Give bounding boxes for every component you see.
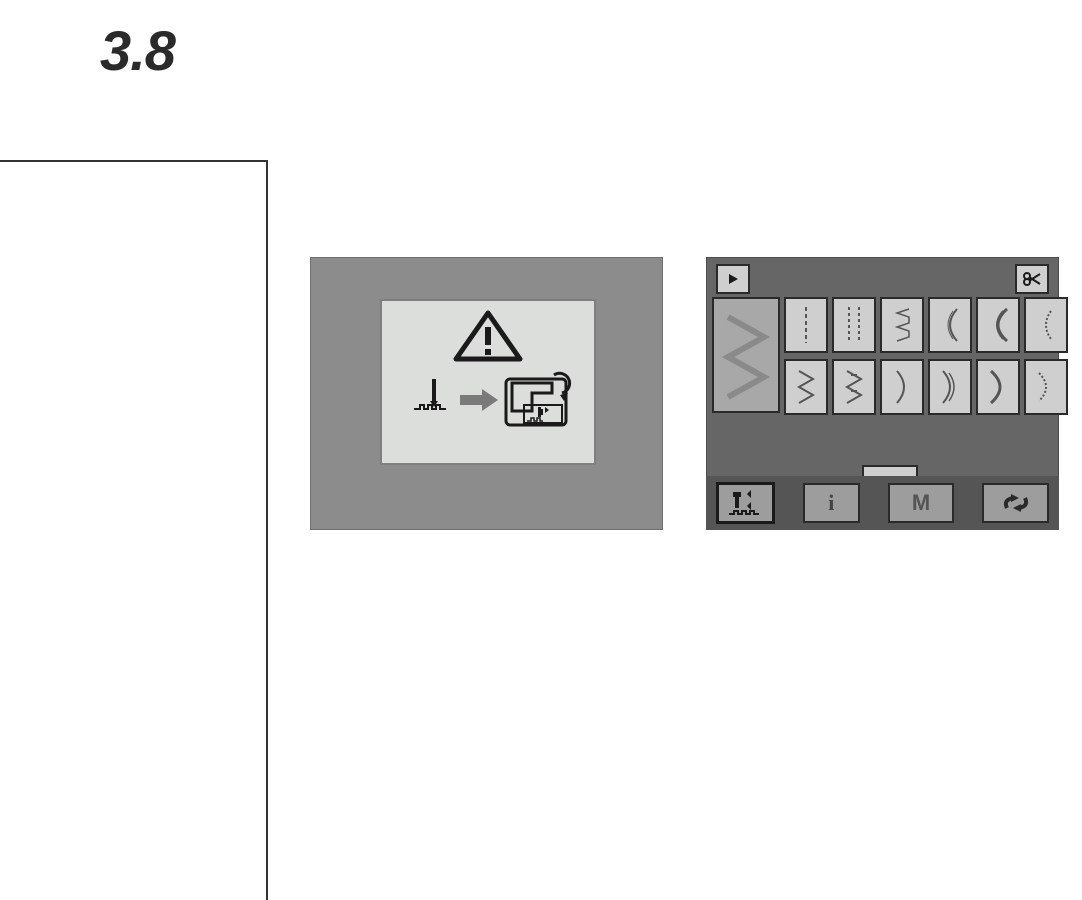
stitch-grid	[712, 297, 1052, 421]
blindstitch-left-icon	[887, 303, 917, 347]
warning-dialog	[380, 299, 596, 465]
page-vertical-rule	[266, 160, 268, 900]
bottom-toolbar: i M	[706, 476, 1059, 530]
curve-double-icon	[935, 365, 965, 409]
wide-zigzag-icon	[714, 299, 778, 411]
info-icon: i	[828, 490, 834, 516]
stitch-blind-left[interactable]	[880, 297, 924, 353]
section-number: 3.8	[100, 18, 175, 83]
stitch-reinforced-zigzag[interactable]	[832, 359, 876, 415]
cut-thread-button[interactable]	[1015, 264, 1049, 294]
warning-dialog-graphic	[382, 301, 594, 463]
blindstitch-double-icon	[935, 303, 965, 347]
reinforced-zigzag-icon	[839, 365, 869, 409]
info-button[interactable]: i	[803, 483, 860, 523]
stitch-arc-narrow[interactable]	[1024, 297, 1068, 353]
curve-wide-icon	[1031, 365, 1061, 409]
curve-heavy-icon	[983, 365, 1013, 409]
needle-updown-icon	[725, 488, 765, 518]
zigzag-icon	[791, 365, 821, 409]
menu-button[interactable]: M	[888, 483, 955, 523]
stitch-curve-wide[interactable]	[1024, 359, 1068, 415]
stitch-straight[interactable]	[784, 297, 828, 353]
arc-narrow-icon	[1031, 303, 1061, 347]
cycle-arrows-icon	[999, 490, 1033, 516]
back-play-button[interactable]	[716, 264, 750, 294]
device-screen-stitch-menu: i M	[706, 257, 1059, 530]
stitch-curve-double[interactable]	[928, 359, 972, 415]
stitch-zigzag[interactable]	[784, 359, 828, 415]
stitch-row-1	[784, 297, 1072, 353]
stitch-curve-right[interactable]	[880, 359, 924, 415]
stitch-triple-stretch[interactable]	[832, 297, 876, 353]
blindstitch-heavy-icon	[983, 303, 1013, 347]
needle-position-button[interactable]	[716, 482, 775, 524]
tilt-machine-icon	[506, 373, 570, 425]
device-screen-warning	[310, 257, 663, 530]
play-triangle-icon	[726, 272, 740, 286]
selected-stitch-tile[interactable]	[712, 297, 780, 413]
stitch-curve-heavy[interactable]	[976, 359, 1020, 415]
warning-triangle-icon	[456, 313, 520, 359]
stitch-blind-heavy[interactable]	[976, 297, 1020, 353]
stitch-blind-double[interactable]	[928, 297, 972, 353]
curve-right-icon	[887, 365, 917, 409]
triple-stretch-icon	[839, 303, 869, 347]
stitch-row-2	[784, 359, 1072, 415]
arrow-right-icon	[460, 389, 498, 411]
scissors-icon	[1023, 272, 1041, 286]
straight-stitch-icon	[791, 303, 821, 347]
page-horizontal-rule	[0, 160, 266, 162]
menu-m-icon: M	[912, 490, 930, 516]
screen-topbar	[716, 264, 1049, 292]
needle-with-feed-icon	[414, 379, 446, 409]
cycle-button[interactable]	[982, 483, 1049, 523]
